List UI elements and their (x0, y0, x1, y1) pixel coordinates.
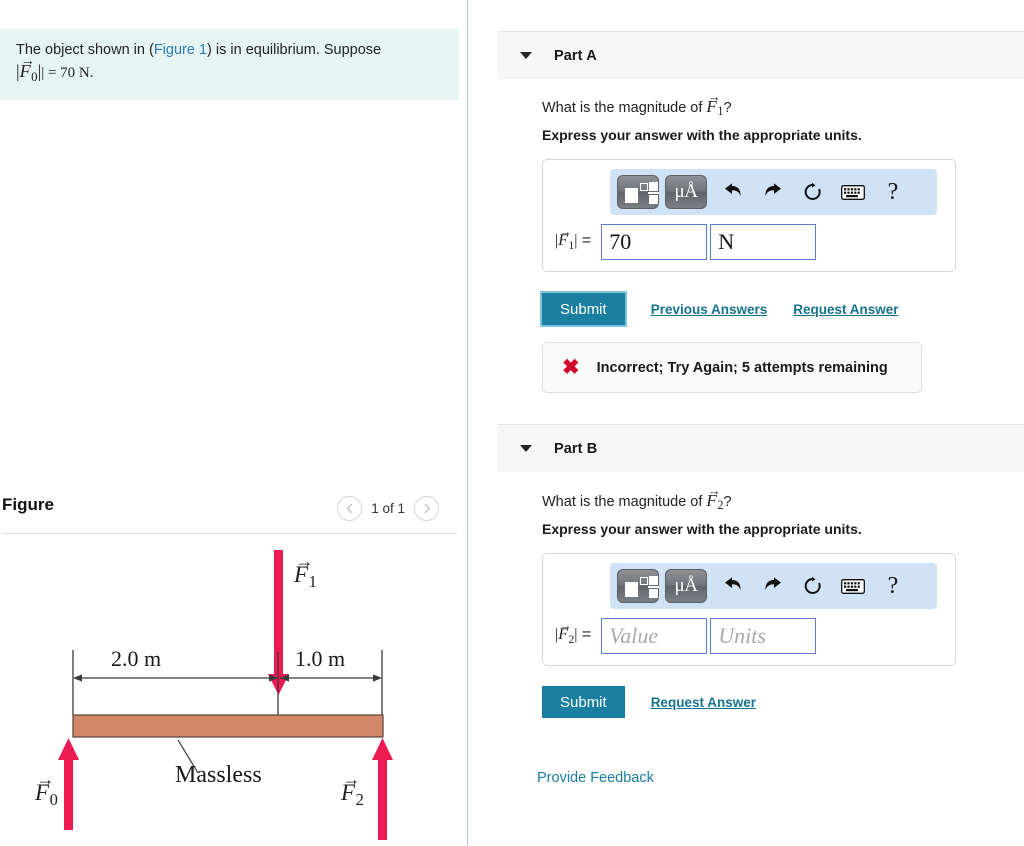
part-b-lhs-label: | → F2| = (555, 618, 592, 646)
keyboard-icon[interactable] (833, 569, 873, 603)
undo-arrow-icon[interactable] (713, 175, 753, 209)
vector-arrow-icon: → (36, 768, 54, 789)
dimension-left (72, 650, 279, 715)
figure-page-indicator: 1 of 1 (371, 501, 405, 516)
question-mark-icon[interactable]: ? (873, 569, 913, 603)
part-a-units-input[interactable] (710, 224, 817, 260)
force-zero-symbol: → F0 (19, 52, 38, 84)
part-a-header[interactable]: Part A (498, 31, 1024, 79)
figure-1-link[interactable]: Figure 1 (154, 42, 207, 58)
part-a-answer-box: μÅ ? | → F1| = 70 N (542, 159, 956, 272)
caret-down-icon[interactable] (520, 52, 532, 59)
part-a-previous-answers-link[interactable]: Previous Answers (651, 302, 768, 317)
part-b-question: What is the magnitude of → F2? (542, 483, 732, 513)
redo-arrow-icon[interactable] (753, 569, 793, 603)
part-a-submit-button[interactable]: Submit (542, 293, 625, 325)
math-template-icon[interactable] (617, 175, 659, 209)
vector-arrow-icon: → (559, 224, 572, 239)
micro-angstrom-units-icon[interactable]: μÅ (665, 175, 707, 209)
vector-arrow-icon: → (707, 89, 721, 105)
reset-circle-icon[interactable] (793, 569, 833, 603)
force-2-label: → F2 (341, 768, 364, 809)
undo-arrow-icon[interactable] (713, 569, 753, 603)
part-b-math-toolbar: μÅ ? (610, 563, 937, 609)
problem-statement-line-1: The object shown in (Figure 1) is in equ… (16, 40, 443, 61)
figure-prev-button[interactable] (337, 496, 363, 521)
force-2-symbol: → F2 (706, 483, 724, 513)
part-b-submit-row: Submit Request Answer (542, 686, 756, 718)
right-panel: Part A What is the magnitude of → F1? Exp… (469, 0, 1024, 846)
keyboard-icon[interactable] (833, 175, 873, 209)
problem-statement-line-2: | → F0|| = 70 N. (16, 52, 443, 87)
force-0-arrow (58, 738, 79, 830)
part-b-answer-box: μÅ ? | → F2| = Value Units (542, 553, 956, 666)
part-a-title: Part A (554, 47, 597, 64)
part-a-question: What is the magnitude of → F1? (542, 89, 732, 119)
figure-pager: 1 of 1 (337, 496, 439, 521)
provide-feedback-link[interactable]: Provide Feedback (537, 770, 654, 786)
vector-arrow-icon: → (342, 768, 360, 789)
part-a-lhs-label: | → F1| = (555, 224, 592, 252)
vector-arrow-icon: → (295, 550, 313, 571)
vector-arrow-icon: → (559, 618, 572, 633)
massless-label: Massless (175, 762, 262, 788)
figure-next-button[interactable] (414, 496, 439, 521)
part-a-feedback-text: Incorrect; Try Again; 5 attempts remaini… (596, 359, 888, 376)
part-b-header[interactable]: Part B (498, 424, 1024, 472)
reset-circle-icon[interactable] (793, 175, 833, 209)
page-root: The object shown in (Figure 1) is in equ… (0, 0, 1024, 846)
figure-header: Figure 1 of 1 (0, 495, 459, 535)
left-panel: The object shown in (Figure 1) is in equ… (0, 0, 468, 846)
part-a-request-answer-link[interactable]: Request Answer (793, 302, 898, 317)
figure-title: Figure (2, 495, 54, 514)
math-template-icon[interactable] (617, 569, 659, 603)
massless-beam (72, 714, 384, 738)
caret-down-icon[interactable] (520, 445, 532, 452)
part-b-answer-row: | → F2| = (552, 618, 946, 654)
part-b-submit-button[interactable]: Submit (542, 686, 625, 718)
part-a-answer-row: | → F1| = (552, 224, 946, 260)
force-zero-value: | = 70 N. (41, 65, 94, 81)
force-1-symbol: → F1 (706, 89, 724, 119)
force-zero-subscript: 0 (31, 68, 38, 84)
part-a-feedback-banner: ✖ Incorrect; Try Again; 5 attempts remai… (542, 342, 922, 393)
problem-text-post: ) is in equilibrium. Suppose (207, 42, 382, 58)
redo-arrow-icon[interactable] (753, 175, 793, 209)
force-0-label: → F0 (35, 768, 58, 809)
part-b-title: Part B (554, 440, 598, 457)
question-mark-icon[interactable]: ? (873, 175, 913, 209)
figure-divider (2, 533, 457, 534)
part-b-units-input[interactable] (710, 618, 817, 654)
vector-arrow-icon: → (20, 52, 35, 69)
chevron-right-icon (423, 503, 430, 514)
figure-diagram: → F1 2.0 m 1.0 m Massless → F0 → F2 (0, 540, 459, 840)
problem-statement: The object shown in (Figure 1) is in equ… (0, 29, 459, 100)
part-b-request-answer-link[interactable]: Request Answer (651, 695, 756, 710)
part-a-submit-row: Submit Previous Answers Request Answer (542, 293, 899, 325)
part-a-express-instruction: Express your answer with the appropriate… (542, 127, 862, 143)
part-a-math-toolbar: μÅ ? (610, 169, 937, 215)
x-mark-icon: ✖ (562, 356, 580, 379)
vector-arrow-icon: → (707, 483, 721, 499)
micro-angstrom-units-icon[interactable]: μÅ (665, 569, 707, 603)
equilibrium-beam-diagram (58, 550, 393, 840)
part-a-value-input[interactable] (601, 224, 708, 260)
dimension-left-label: 2.0 m (111, 646, 162, 671)
force-2-arrow (372, 738, 393, 840)
chevron-left-icon (346, 503, 353, 514)
force-1-label: → F1 (294, 550, 317, 591)
part-b-express-instruction: Express your answer with the appropriate… (542, 521, 862, 537)
part-b-value-input[interactable] (601, 618, 708, 654)
dimension-right-label: 1.0 m (295, 646, 346, 671)
